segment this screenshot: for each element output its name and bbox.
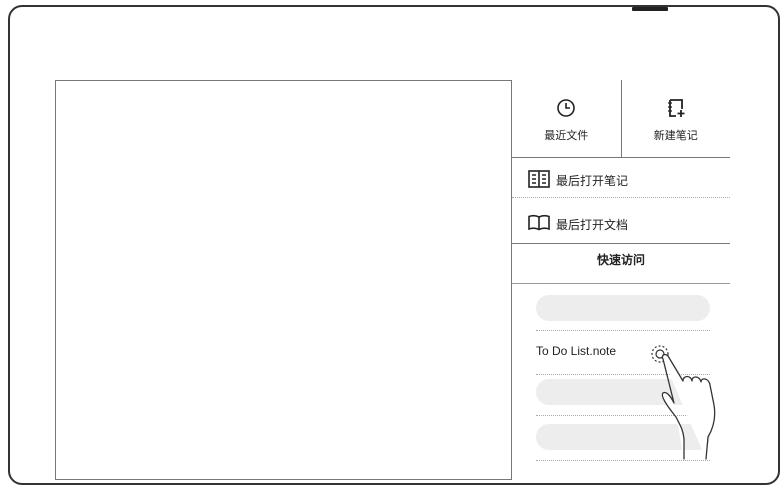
recent-files-tile[interactable]: 最近文件 <box>512 80 621 157</box>
recent-files-label: 最近文件 <box>544 129 589 142</box>
new-note-icon <box>666 98 686 122</box>
open-book-icon <box>528 214 550 235</box>
quick-access-divider <box>512 283 730 284</box>
section-divider <box>512 243 730 244</box>
list-divider <box>536 330 710 331</box>
quick-access-slot-1[interactable] <box>536 295 710 321</box>
tapping-hand-icon <box>650 343 730 467</box>
last-opened-note-row[interactable]: 最后打开笔记 <box>512 163 730 198</box>
last-opened-note-label: 最后打开笔记 <box>556 173 629 188</box>
power-button <box>632 7 668 11</box>
quick-access-item-todo[interactable]: To Do List.note <box>536 344 616 358</box>
last-opened-document-label: 最后打开文档 <box>556 218 629 232</box>
quick-access-title: 快速访问 <box>596 253 645 267</box>
quick-panel: 最近文件 新建笔记 最后打开笔记 最后打开文档 快速访问 To Do List.… <box>511 80 730 480</box>
notebook-icon <box>528 169 550 191</box>
panel-tiles: 最近文件 新建笔记 <box>512 80 730 158</box>
new-note-label: 新建笔记 <box>653 129 698 142</box>
last-opened-document-row[interactable]: 最后打开文档 <box>512 207 730 242</box>
new-note-tile[interactable]: 新建笔记 <box>620 80 731 157</box>
clock-icon <box>556 98 576 122</box>
